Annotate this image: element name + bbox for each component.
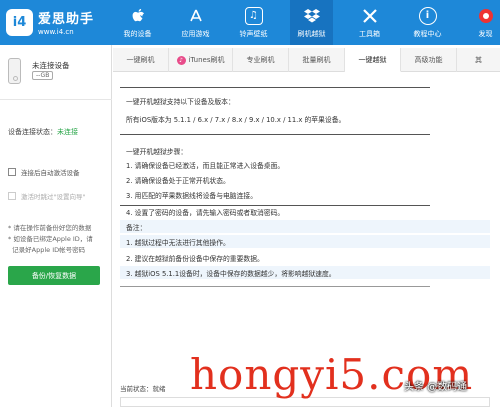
tab-advanced[interactable]: 高级功能 (401, 48, 457, 72)
connection-status: 设备连接状态：未连接 (8, 127, 78, 137)
divider (120, 205, 430, 206)
nav-label: 我的设备 (123, 29, 152, 38)
support-title: 一键开机越狱支持以下设备及版本： (126, 98, 235, 106)
tools-icon (361, 7, 379, 25)
step-item: 4. 设置了密码的设备，请先输入密码或者取消密码。 (126, 209, 285, 217)
device-panel: 未连接设备 --GB 设备连接状态：未连接 连接后自动激活设备 激活时跳过"设置… (0, 45, 112, 407)
logo: i4 爱思助手 www.i4.cn (6, 8, 94, 36)
nav-tutorial-center[interactable]: i 教程中心 (406, 0, 449, 45)
app-url: www.i4.cn (38, 28, 74, 36)
note-line: * 如设备已绑定Apple ID，请 (8, 235, 93, 243)
auto-activate-option[interactable]: 连接后自动激活设备 (8, 167, 80, 177)
apple-icon (129, 7, 147, 25)
music-icon: ♫ (244, 6, 263, 25)
info-icon: i (418, 6, 437, 25)
app-title: 爱思助手 (38, 12, 95, 27)
note-item: 1. 越狱过程中无法进行其他操作。 (126, 239, 230, 247)
nav-label: 教程中心 (413, 29, 442, 38)
appstore-icon (187, 7, 205, 25)
tab-one-click-flash[interactable]: 一键刷机 (113, 48, 169, 72)
jailbreak-info: 一键开机越狱支持以下设备及版本： 所有iOS版本为 5.1.1 / 6.x / … (120, 80, 490, 380)
top-bar: i4 爱思助手 www.i4.cn 我的设备 应用游戏 ♫ 铃声壁纸 刷机越狱 … (0, 0, 500, 45)
steps-title: 一键开机越狱步骤： (126, 148, 188, 156)
nav-label: 应用游戏 (181, 29, 210, 38)
divider (120, 286, 430, 287)
tab-one-click-jailbreak[interactable]: 一键越狱 (345, 48, 401, 72)
dropbox-icon (303, 7, 321, 25)
nav-label: 发现 (478, 29, 493, 38)
notes-title: 备注： (126, 224, 147, 232)
flash-tabs: 一键刷机 ♪ iTunes刷机 专业刷机 批量刷机 一键越狱 高级功能 其 (113, 48, 500, 72)
divider (120, 87, 430, 88)
nav-label: 铃声壁纸 (239, 29, 268, 38)
skip-guide-label: 激活时跳过"设置向导" (21, 193, 86, 201)
nav-label: 刷机越狱 (297, 29, 326, 38)
tab-itunes-flash[interactable]: ♪ iTunes刷机 (169, 48, 233, 72)
step-item: 2. 请确保设备处于正常开机状态。 (126, 177, 230, 185)
step-item: 3. 用匹配的苹果数据线将设备与电脑连接。 (126, 192, 257, 200)
watermark-credit: 头条 @数码通 (404, 382, 468, 393)
nav-discover[interactable]: 发现 (464, 0, 500, 45)
main-nav: 我的设备 应用游戏 ♫ 铃声壁纸 刷机越狱 工具箱 i 教程中心 发现 (116, 0, 500, 45)
device-capacity-badge: --GB (32, 71, 54, 80)
connection-value: 未连接 (57, 128, 78, 136)
nav-my-device[interactable]: 我的设备 (116, 0, 159, 45)
nav-apps-games[interactable]: 应用游戏 (174, 0, 217, 45)
note-line: 记录好Apple ID帐号密码 (8, 246, 86, 254)
skip-guide-checkbox[interactable] (8, 192, 16, 200)
discover-icon (477, 7, 495, 25)
phone-icon (8, 58, 21, 84)
nav-flash-jailbreak[interactable]: 刷机越狱 (290, 0, 333, 45)
nav-ringtones-wallpapers[interactable]: ♫ 铃声壁纸 (232, 0, 275, 45)
connection-label: 设备连接状态： (8, 128, 57, 136)
nav-toolbox[interactable]: 工具箱 (348, 0, 391, 45)
nav-label: 工具箱 (359, 29, 380, 38)
tab-pro-flash[interactable]: 专业刷机 (233, 48, 289, 72)
device-info: 未连接设备 --GB (0, 45, 112, 100)
auto-activate-checkbox[interactable] (8, 168, 16, 176)
skip-guide-option[interactable]: 激活时跳过"设置向导" (8, 191, 85, 201)
tab-batch-flash[interactable]: 批量刷机 (289, 48, 345, 72)
divider (120, 134, 430, 135)
step-item: 1. 请确保设备已经激活，而且能正常进入设备桌面。 (126, 162, 285, 170)
backup-note: * 请在操作前备份好您的数据 * 如设备已绑定Apple ID，请 记录好App… (8, 223, 108, 256)
logo-mark: i4 (6, 8, 33, 36)
itunes-icon: ♪ (176, 55, 186, 65)
row-highlight (120, 220, 490, 233)
backup-restore-button[interactable]: 备份/恢复数据 (8, 266, 100, 285)
auto-activate-label: 连接后自动激活设备 (21, 169, 80, 177)
support-desc: 所有iOS版本为 5.1.1 / 6.x / 7.x / 8.x / 9.x /… (126, 116, 346, 124)
note-line: * 请在操作前备份好您的数据 (8, 224, 92, 232)
note-item: 2. 建议在越狱前备份设备中保存的重要数据。 (126, 255, 264, 263)
current-status: 当前状态：就绪 (120, 383, 166, 393)
status-value: 就绪 (152, 385, 166, 393)
tab-more[interactable]: 其 (457, 48, 500, 72)
status-label: 当前状态： (120, 385, 153, 393)
device-name: 未连接设备 (32, 61, 70, 70)
note-item: 3. 越狱iOS 5.1.1设备时，设备中保存的数据越少，将影响越狱速度。 (126, 270, 336, 278)
tab-label: iTunes刷机 (188, 56, 225, 64)
